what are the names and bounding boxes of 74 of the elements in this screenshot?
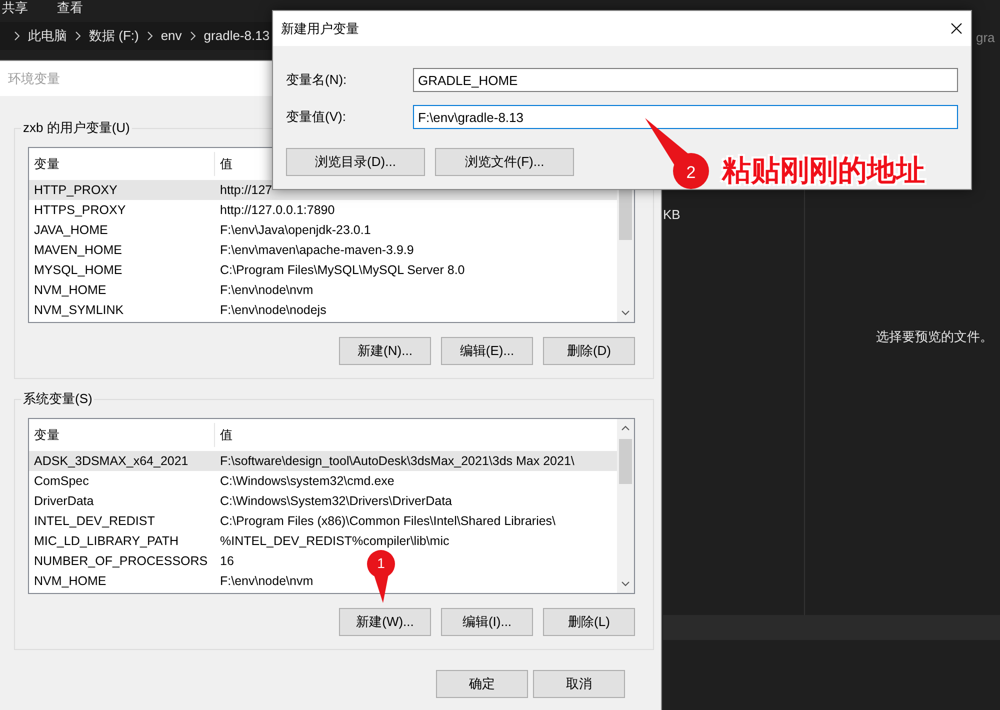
scroll-down-icon[interactable] bbox=[621, 581, 630, 587]
table-cell[interactable]: http://127.0.0.1:7890 bbox=[215, 200, 337, 220]
step-number: 2 bbox=[685, 162, 697, 184]
file-size: KB bbox=[663, 206, 680, 224]
menu-item[interactable]: 查看 bbox=[57, 0, 83, 18]
search-field[interactable]: gra bbox=[976, 28, 995, 48]
callout-text: 粘贴刚刚的地址 bbox=[722, 154, 925, 189]
table-cell[interactable]: 16 bbox=[215, 551, 236, 571]
table-cell[interactable]: MYSQL_HOME bbox=[29, 260, 215, 280]
menu-item[interactable]: 共享 bbox=[2, 0, 28, 18]
table-cell[interactable]: DriverData bbox=[29, 491, 215, 511]
window-title: 新建用户变量 bbox=[281, 20, 359, 38]
column-header[interactable]: 值 bbox=[215, 423, 233, 447]
dialog-button[interactable]: 编辑(E)... bbox=[441, 337, 533, 365]
table-cell[interactable]: NVM_HOME bbox=[29, 571, 215, 591]
dialog-button[interactable]: 删除(D) bbox=[543, 337, 635, 365]
chevron-icon bbox=[190, 31, 196, 41]
scroll-up-icon[interactable] bbox=[621, 425, 630, 431]
scrollbar[interactable] bbox=[617, 419, 634, 593]
dialog-button[interactable]: 确定 bbox=[436, 670, 528, 698]
column-header[interactable]: 变量 bbox=[29, 423, 215, 447]
table-cell[interactable]: F:\env\node\nodejs bbox=[215, 300, 328, 320]
step-number: 1 bbox=[376, 554, 386, 573]
input-field[interactable]: F:\env\gradle-8.13 bbox=[413, 105, 958, 129]
window-title: 环境变量 bbox=[8, 70, 60, 88]
group-label: zxb 的用户变量(U) bbox=[21, 120, 132, 136]
scroll-down-icon[interactable] bbox=[621, 310, 630, 316]
table-cell[interactable]: C:\Program Files\MySQL\MySQL Server 8.0 bbox=[215, 260, 467, 280]
table-cell[interactable]: NVM_HOME bbox=[29, 280, 215, 300]
scrollbar-thumb[interactable] bbox=[619, 439, 632, 484]
breadcrumb-item[interactable]: 数据 (F:) bbox=[89, 26, 139, 46]
chevron-icon bbox=[14, 31, 20, 41]
table-cell[interactable]: JAVA_HOME bbox=[29, 220, 215, 240]
chevron-icon bbox=[146, 31, 153, 41]
table-cell[interactable]: INTEL_DEV_REDIST bbox=[29, 511, 215, 531]
table-cell[interactable]: MIC_LD_LIBRARY_PATH bbox=[29, 531, 215, 551]
dialog-button[interactable]: 浏览目录(D)... bbox=[286, 148, 425, 176]
table-cell[interactable]: NVM_SYMLINK bbox=[29, 300, 215, 320]
breadcrumb-item[interactable]: env bbox=[160, 26, 182, 46]
breadcrumb-item[interactable]: gradle-8.13 bbox=[204, 26, 270, 46]
table-cell[interactable]: C:\Windows\System32\Drivers\DriverData bbox=[215, 491, 454, 511]
table-cell[interactable]: MAVEN_HOME bbox=[29, 240, 215, 260]
pin-marker-icon bbox=[645, 118, 711, 190]
column-header[interactable]: 变量 bbox=[29, 152, 215, 176]
table-cell[interactable]: F:\env\Java\openjdk-23.0.1 bbox=[215, 220, 373, 240]
table-cell[interactable]: ComSpec bbox=[29, 471, 215, 491]
field-label: 变量值(V): bbox=[286, 108, 347, 126]
table-cell[interactable]: F:\software\design_tool\AutoDesk\3dsMax_2021\3ds Max 2021\ bbox=[215, 451, 576, 471]
table-cell[interactable]: NUMBER_OF_PROCESSORS bbox=[29, 551, 215, 571]
dialog-button[interactable]: 删除(L) bbox=[543, 608, 635, 636]
column-header[interactable]: 值 bbox=[215, 152, 233, 176]
dialog-button[interactable]: 浏览文件(F)... bbox=[435, 148, 574, 176]
table-cell[interactable]: HTTP_PROXY bbox=[29, 180, 215, 200]
close-icon[interactable] bbox=[951, 23, 962, 34]
table-cell[interactable]: http://127 bbox=[215, 180, 274, 200]
table-cell[interactable]: %INTEL_DEV_REDIST%compiler\lib\mic bbox=[215, 531, 452, 551]
table-cell[interactable]: C:\Program Files (x86)\Common Files\Intel\Shared Libraries\ bbox=[215, 511, 558, 531]
table-cell[interactable]: C:\Windows\system32\cmd.exe bbox=[215, 471, 396, 491]
preview-message: 选择要预览的文件。 bbox=[876, 328, 993, 346]
field-label: 变量名(N): bbox=[286, 71, 348, 90]
breadcrumb-item[interactable]: 此电脑 bbox=[28, 26, 67, 46]
table-cell[interactable]: HTTPS_PROXY bbox=[29, 200, 215, 220]
dialog-button[interactable]: 新建(W)... bbox=[339, 608, 431, 636]
input-field[interactable]: GRADLE_HOME bbox=[413, 68, 958, 92]
dialog-button[interactable]: 新建(N)... bbox=[339, 337, 431, 365]
table-cell[interactable]: ADSK_3DSMAX_x64_2021 bbox=[29, 451, 215, 471]
chevron-icon bbox=[75, 31, 81, 41]
group-label: 系统变量(S) bbox=[21, 391, 94, 407]
table-cell[interactable]: F:\env\node\nvm bbox=[215, 280, 316, 300]
dialog-button[interactable]: 编辑(I)... bbox=[441, 608, 533, 636]
pin-marker-icon bbox=[366, 550, 396, 604]
table-cell[interactable]: F:\env\node\nvm bbox=[215, 571, 316, 591]
table-cell[interactable]: F:\env\maven\apache-maven-3.9.9 bbox=[215, 240, 416, 260]
dialog-button[interactable]: 取消 bbox=[533, 670, 625, 698]
